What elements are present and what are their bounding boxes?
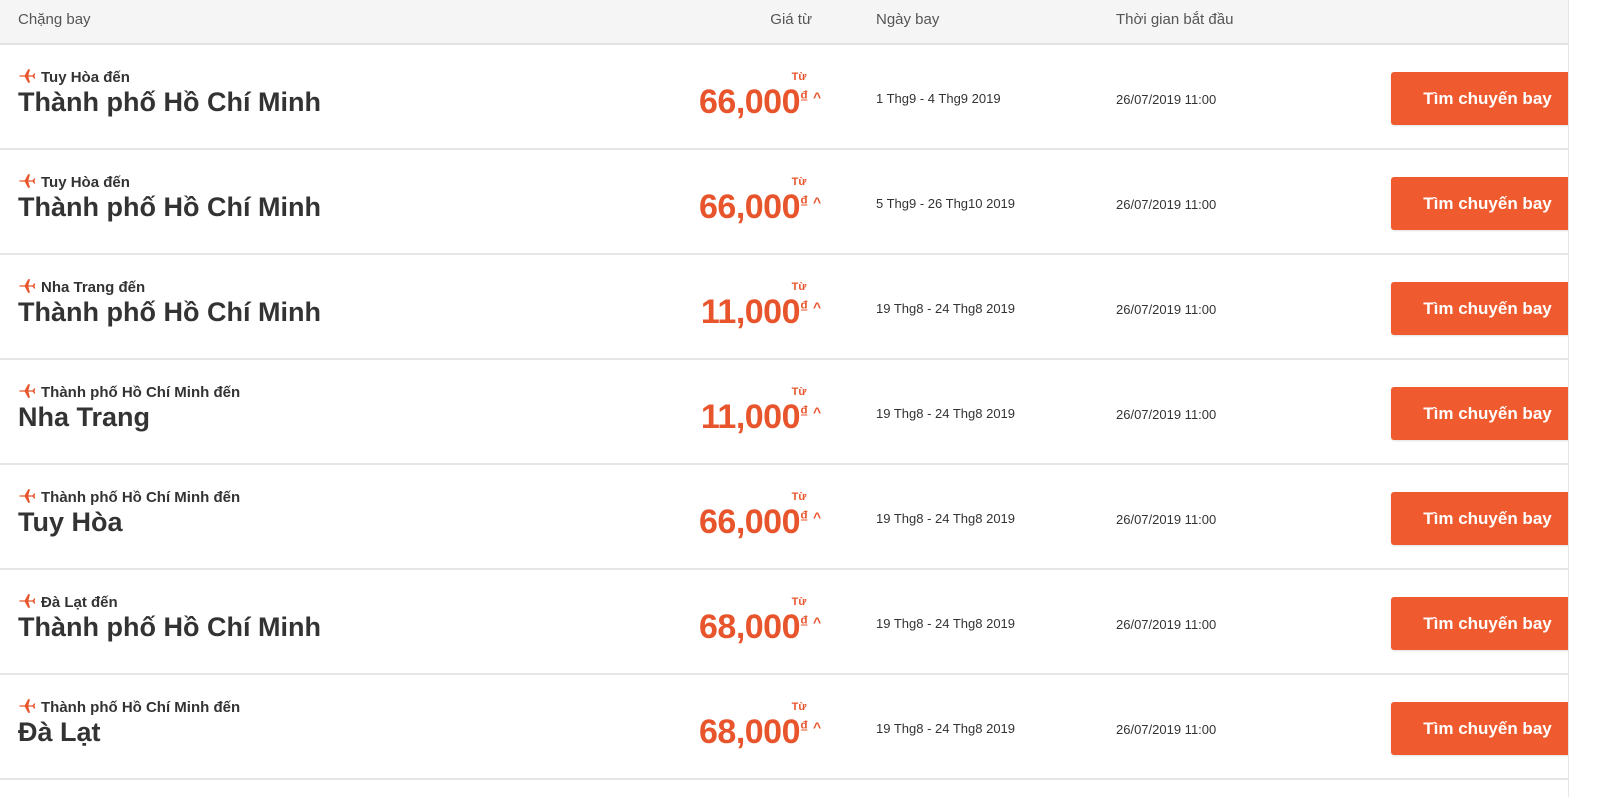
caret-icon: ^ — [813, 614, 822, 630]
table-row: Nha Trang đến Thành phố Hồ Chí Minh Từ 1… — [0, 255, 1584, 360]
destination-label: Thành phố Hồ Chí Minh — [18, 192, 321, 222]
from-label: Từ — [791, 596, 807, 608]
table-row: Đà Lạt đến Thành phố Hồ Chí Minh Từ 68,0… — [0, 570, 1584, 675]
travel-dates: 19 Thg8 - 24 Thg8 2019 — [876, 721, 1016, 736]
plane-icon — [19, 174, 36, 188]
plane-icon — [19, 699, 36, 713]
travel-dates: 19 Thg8 - 24 Thg8 2019 — [876, 301, 1016, 316]
travel-dates: 5 Thg9 - 26 Thg10 2019 — [876, 196, 1016, 211]
plane-icon — [19, 594, 36, 608]
header-route: Chặng bay — [18, 11, 91, 28]
header-price: Giá từ — [770, 11, 812, 28]
price: 11,000 — [700, 398, 801, 436]
origin-label: Nha Trang đến — [41, 279, 146, 296]
price: 11,000 — [700, 293, 801, 331]
currency-symbol: ₫ — [800, 719, 809, 736]
start-time: 26/07/2019 11:00 — [1116, 302, 1217, 317]
start-time: 26/07/2019 11:00 — [1116, 722, 1217, 737]
table-row: Thành phố Hồ Chí Minh đến Tuy Hòa Từ 66,… — [0, 465, 1584, 570]
start-time: 26/07/2019 11:00 — [1116, 92, 1217, 107]
travel-dates: 19 Thg8 - 24 Thg8 2019 — [876, 406, 1016, 421]
destination-label: Tuy Hòa — [18, 507, 123, 537]
plane-icon — [19, 489, 36, 503]
currency-symbol: ₫ — [800, 509, 809, 526]
origin-label: Thành phố Hồ Chí Minh đến — [41, 384, 241, 401]
header-start-time: Thời gian bắt đầu — [1116, 11, 1234, 28]
start-time: 26/07/2019 11:00 — [1116, 407, 1217, 422]
price: 66,000 — [699, 503, 801, 541]
currency-symbol: ₫ — [800, 89, 809, 106]
plane-icon — [19, 279, 36, 293]
find-flight-button[interactable]: Tìm chuyến bay — [1391, 177, 1584, 230]
price: 66,000 — [699, 188, 801, 226]
origin-label: Thành phố Hồ Chí Minh đến — [41, 489, 241, 506]
find-flight-button[interactable]: Tìm chuyến bay — [1391, 702, 1584, 755]
price: 68,000 — [699, 713, 801, 751]
destination-label: Thành phố Hồ Chí Minh — [18, 87, 321, 117]
destination-label: Thành phố Hồ Chí Minh — [18, 297, 321, 327]
caret-icon: ^ — [813, 194, 822, 210]
find-flight-button[interactable]: Tìm chuyến bay — [1391, 387, 1584, 440]
caret-icon: ^ — [813, 89, 822, 105]
caret-icon: ^ — [813, 299, 822, 315]
currency-symbol: ₫ — [800, 299, 809, 316]
origin-label: Thành phố Hồ Chí Minh đến — [41, 699, 241, 716]
destination-label: Thành phố Hồ Chí Minh — [18, 612, 321, 642]
from-label: Từ — [791, 491, 807, 503]
currency-symbol: ₫ — [800, 194, 809, 211]
currency-symbol: ₫ — [800, 404, 809, 421]
table-row: Tuy Hòa đến Thành phố Hồ Chí Minh Từ 66,… — [0, 45, 1584, 150]
start-time: 26/07/2019 11:00 — [1116, 512, 1217, 527]
destination-label: Nha Trang — [18, 402, 151, 432]
from-label: Từ — [791, 701, 807, 713]
travel-dates: 19 Thg8 - 24 Thg8 2019 — [876, 616, 1016, 631]
from-label: Từ — [791, 386, 807, 398]
caret-icon: ^ — [813, 509, 822, 525]
price: 66,000 — [699, 83, 801, 121]
currency-symbol: ₫ — [800, 614, 809, 631]
caret-icon: ^ — [813, 719, 822, 735]
from-label: Từ — [791, 71, 807, 83]
from-label: Từ — [791, 281, 807, 293]
table-row: Thành phố Hồ Chí Minh đến Nha Trang Từ 1… — [0, 360, 1584, 465]
plane-icon — [19, 69, 36, 83]
plane-icon — [19, 384, 36, 398]
find-flight-button[interactable]: Tìm chuyến bay — [1391, 492, 1584, 545]
origin-label: Tuy Hòa đến — [41, 174, 130, 191]
origin-label: Tuy Hòa đến — [41, 69, 130, 86]
start-time: 26/07/2019 11:00 — [1116, 197, 1217, 212]
caret-icon: ^ — [813, 404, 822, 420]
from-label: Từ — [791, 176, 807, 188]
price: 68,000 — [699, 608, 801, 646]
start-time: 26/07/2019 11:00 — [1116, 617, 1217, 632]
travel-dates: 19 Thg8 - 24 Thg8 2019 — [876, 511, 1016, 526]
travel-dates: 1 Thg9 - 4 Thg9 2019 — [876, 91, 1001, 106]
find-flight-button[interactable]: Tìm chuyến bay — [1391, 597, 1584, 650]
fare-table: Chặng bay Giá từ Ngày bay Thời gian bắt … — [0, 0, 1584, 797]
find-flight-button[interactable]: Tìm chuyến bay — [1391, 282, 1584, 335]
table-row: Tuy Hòa đến Thành phố Hồ Chí Minh Từ 66,… — [0, 150, 1584, 255]
destination-label: Đà Lạt — [18, 717, 101, 747]
page-edge — [1568, 0, 1600, 797]
table-row: Thành phố Hồ Chí Minh đến Đà Lạt Từ 68,0… — [0, 675, 1584, 780]
header-date: Ngày bay — [876, 11, 940, 28]
fare-rows: Tuy Hòa đến Thành phố Hồ Chí Minh Từ 66,… — [0, 45, 1584, 780]
origin-label: Đà Lạt đến — [41, 594, 118, 611]
find-flight-button[interactable]: Tìm chuyến bay — [1391, 72, 1584, 125]
table-header: Chặng bay Giá từ Ngày bay Thời gian bắt … — [0, 0, 1568, 45]
